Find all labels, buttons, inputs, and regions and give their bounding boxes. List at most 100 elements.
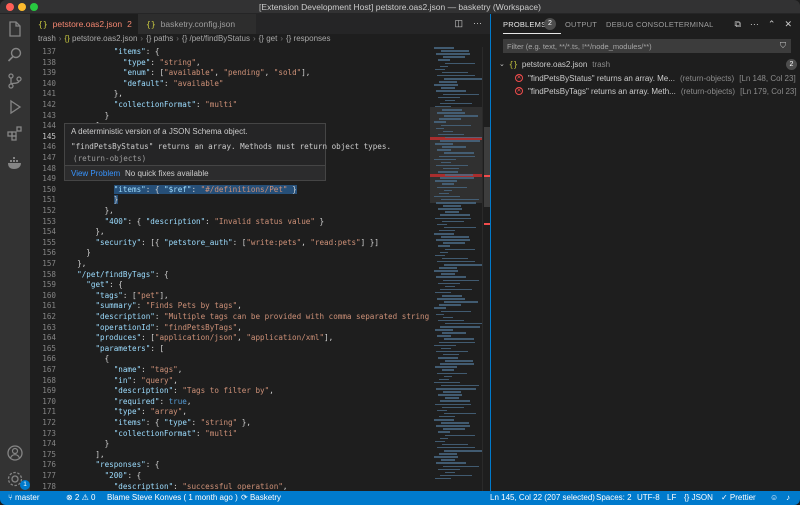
problem-item[interactable]: ✕ "findPetsByTags" returns an array. Met… [515,85,797,97]
code-line[interactable]: 171 "type": "array", [30,407,430,418]
breadcrumb-item[interactable]: {} paths [146,34,173,43]
breadcrumb-item[interactable]: {} get [259,34,278,43]
encoding-indicator[interactable]: UTF-8 [637,493,660,502]
code-line[interactable]: 137 "items": { [30,47,430,58]
minimap-code-line [442,295,462,297]
language-mode[interactable]: {} JSON [684,493,713,502]
code-line[interactable]: 152 }, [30,206,430,217]
basketry-indicator[interactable]: ⟳ Basketry [241,493,281,502]
code-line[interactable]: 154 }, [30,227,430,238]
code-line[interactable]: 169 "description": "Tags to filter by", [30,386,430,397]
tab-debug-console[interactable]: DEBUG CONSOLE [606,20,674,29]
code-line[interactable]: 153 "400": { "description": "Invalid sta… [30,217,430,228]
indentation-indicator[interactable]: Spaces: 2 [596,493,632,502]
docker-icon[interactable] [6,154,24,172]
breadcrumb-item[interactable]: {} /pet/findByStatus [182,34,250,43]
git-blame-indicator[interactable]: Blame Steve Konves ( 1 month ago ) [107,493,238,502]
eol-indicator[interactable]: LF [667,493,676,502]
source-control-icon[interactable] [6,72,24,90]
tab-output[interactable]: OUTPUT [565,20,597,29]
minimap-code-line [434,84,458,86]
explorer-icon[interactable] [6,20,24,38]
overview-ruler[interactable] [482,47,490,491]
minimap-code-line [436,388,476,390]
minimap-code-line [437,149,451,151]
code-line[interactable]: 138 "type": "string", [30,58,430,69]
filter-funnel-icon[interactable]: ⛉ [780,41,786,51]
code-line[interactable]: 167 "name": "tags", [30,365,430,376]
view-problem-link[interactable]: View Problem [71,169,120,178]
code-line[interactable]: 155 "security": [{ "petstore_auth": ["wr… [30,238,430,249]
code-line[interactable]: 170 "required": true, [30,397,430,408]
minimap-code-line [445,434,475,436]
extensions-icon[interactable] [6,124,24,142]
code-line[interactable]: 177 "200": { [30,471,430,482]
code-line[interactable]: 168 "in": "query", [30,376,430,387]
more-actions-icon[interactable]: ··· [750,19,759,30]
breadcrumb-item[interactable]: petstore.oas2.json [72,34,137,43]
code-line[interactable]: 156 } [30,248,430,259]
run-debug-icon[interactable] [6,98,24,116]
code-line[interactable]: 164 "produces": ["application/json", "ap… [30,333,430,344]
code-line[interactable]: 163 "operationId": "findPetsByTags", [30,323,430,334]
filter-input[interactable] [507,40,767,52]
close-panel-icon[interactable]: ✕ [784,19,792,30]
line-number: 147 [42,153,56,162]
feedback-icon[interactable]: ☺ [770,493,778,502]
minimap-code-line [436,239,470,241]
collapse-all-icon[interactable]: ⧉ [734,19,740,30]
code-line[interactable]: 161 "summary": "Finds Pets by tags", [30,301,430,312]
code-line[interactable]: 158 "/pet/findByTags": { [30,270,430,281]
minimap-code-line [442,109,462,111]
code-line[interactable]: 157 }, [30,259,430,270]
minimap[interactable] [430,47,482,491]
breadcrumb-item[interactable]: trash [38,34,56,43]
minimap-code-line [442,369,454,371]
code-line[interactable]: 176 "responses": { [30,460,430,471]
tab-basketry-config-json[interactable]: {} basketry.config.json [138,14,256,34]
code-text: "in": "query", [113,375,178,385]
search-icon[interactable] [6,46,24,64]
branch-indicator[interactable]: ⑂ master [8,493,39,502]
notifications-bell-icon[interactable]: ♪ [786,493,790,502]
code-line[interactable]: 139 "enum": ["available", "pending", "so… [30,68,430,79]
tab-problems[interactable]: PROBLEMS [503,20,546,29]
code-line[interactable]: 173 "collectionFormat": "multi" [30,429,430,440]
code-line[interactable]: 159 "get": { [30,280,430,291]
problems-indicator[interactable]: ⊗ 2 ⚠ 0 [66,493,95,502]
code-line[interactable]: 143 } [30,111,430,122]
maximize-panel-icon[interactable]: ⌃ [768,19,776,30]
manage-gear-icon[interactable]: 1 [6,470,30,490]
code-line[interactable]: 162 "description": "Multiple tags can be… [30,312,430,323]
problem-item[interactable]: ✕ "findPetsByStatus" returns an array. M… [515,72,797,84]
line-number: 165 [42,343,56,353]
minimap-code-line [440,177,474,179]
code-editor[interactable]: 137 "items": {138 "type": "string", 139 "… [30,47,430,491]
minimap-code-line [443,93,479,95]
code-line[interactable]: 174 } [30,439,430,450]
tab-petstore-oas2-json[interactable]: {} petstore.oas2.json 2 × [30,14,143,34]
code-line[interactable]: 151 } [30,195,430,206]
code-line[interactable]: 166 { [30,354,430,365]
breadcrumb-item[interactable]: {} responses [286,34,330,43]
minimap-code-line [441,459,455,461]
cursor-position[interactable]: Ln 145, Col 22 (207 selected) [490,493,595,502]
code-line[interactable]: 142 "collectionFormat": "multi" [30,100,430,111]
code-line[interactable]: 178 "description": "successful operation… [30,482,430,491]
problem-file-group[interactable]: ⌄ {} petstore.oas2.json trash 2 [499,58,797,70]
accounts-icon[interactable] [6,444,24,462]
code-line[interactable]: 175 ], [30,450,430,461]
minimap-code-line [441,384,479,387]
minimap-code-line [444,450,482,452]
more-actions-icon[interactable]: ··· [473,18,482,29]
code-line[interactable]: 172 "items": { "type": "string" }, [30,418,430,429]
tab-terminal[interactable]: TERMINAL [674,20,714,29]
code-line[interactable]: 140 "default": "available" [30,79,430,90]
split-editor-icon[interactable]: ◫ [454,18,463,29]
code-line[interactable]: 165 "parameters": [ [30,344,430,355]
prettier-indicator[interactable]: ✓ Prettier [721,493,756,502]
code-line[interactable]: 141 }, [30,89,430,100]
code-line[interactable]: 150 "items": { "$ref": "#/definitions/Pe… [30,184,430,196]
code-line[interactable]: 160 "tags": ["pet"], [30,291,430,302]
panel-tab-bar: PROBLEMS 2 OUTPUT DEBUG CONSOLE TERMINAL… [491,14,800,36]
